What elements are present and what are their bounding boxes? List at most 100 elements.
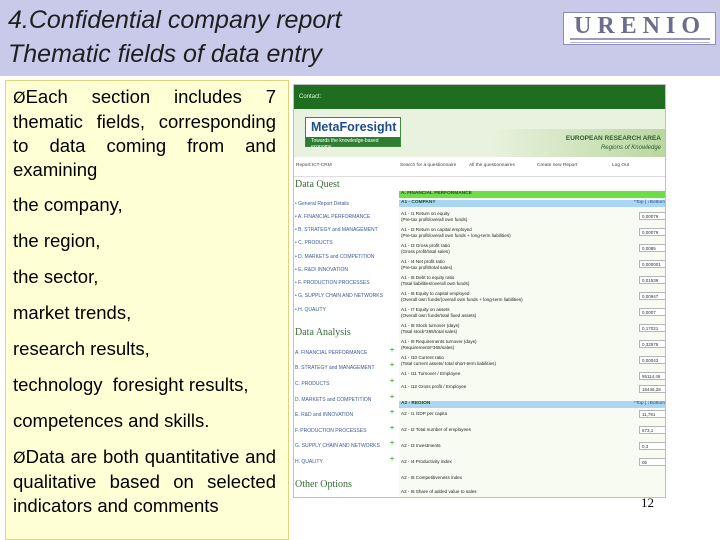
indicator-value-input[interactable]: 16446,28 [639, 385, 665, 393]
analysis-item[interactable]: G. SUPPLY CHAIN AND NETWORKS [295, 443, 380, 449]
analysis-item[interactable]: F. PRODUCTION PROCESSES [295, 428, 366, 434]
region-top-bottom-link[interactable]: *Top | ↓Bottom [634, 401, 665, 406]
indicator-label: A2 - I3 Investments [401, 443, 441, 448]
analysis-item[interactable]: C. PRODUCTS [295, 381, 329, 387]
contact-label[interactable]: Contact: [299, 94, 321, 100]
indicator-label: A2 - I6 Share of added value to sales [401, 489, 477, 494]
quest-item[interactable]: • G. SUPPLY CHAIN AND NETWORKS [295, 293, 383, 299]
analysis-item[interactable]: A. FINANCIAL PERFORMANCE [295, 350, 367, 356]
bullet-arrow-icon: Ø [13, 448, 26, 467]
bullet-1: ØEach section includes 7 thematic fields… [13, 85, 276, 182]
indicator-value-input[interactable]: 0,3 [639, 442, 665, 450]
indicator-value-input[interactable]: 0,00079 [639, 228, 665, 236]
text-panel: ØEach section includes 7 thematic fields… [5, 80, 289, 540]
quest-item[interactable]: • D. MARKETS and COMPETITION [295, 254, 375, 260]
bullet-2: ØData are both quantitative and qualitat… [13, 445, 276, 518]
analysis-item[interactable]: E. R&D and INNOVATION [295, 412, 353, 418]
expand-plus-icon[interactable]: + [390, 362, 394, 369]
urenio-logo: URENIO [563, 12, 716, 45]
nav-logout[interactable]: Log Out [612, 163, 629, 168]
quest-item[interactable]: • C. PRODUCTS [295, 240, 333, 246]
left-menu: Data Quest • General Report Details • A.… [294, 177, 398, 497]
indicator-label: A2 - I4 Productivity index [401, 459, 452, 464]
nav-create-report[interactable]: Create new Report [537, 163, 577, 168]
indicator-label: A1 - I12 Gross profit / Employee [401, 384, 467, 389]
era-banner: EUROPEAN RESEARCH AREA Regions of Knowle… [484, 129, 665, 157]
other-options-heading: Other Options [295, 479, 352, 490]
quest-item[interactable]: • General Report Details [295, 201, 349, 207]
expand-plus-icon[interactable]: + [390, 456, 394, 463]
company-band-title: A1 - COMPANY [401, 200, 436, 205]
indicator-label: A1 - I5 Debt to equity ratio (Total liabi… [401, 275, 470, 286]
title-bar: 4.Confidential company report Thematic f… [0, 0, 720, 76]
nav-row: Report:ICT-CRM Search for a questionnair… [294, 157, 665, 177]
indicator-label: A1 - I8 Stock turnover (days) (Total stoc… [401, 323, 460, 334]
contact-bar: Contact: [294, 85, 665, 109]
item-technology-foresight: technology foresight results, [13, 374, 249, 395]
expand-plus-icon[interactable]: + [390, 347, 394, 354]
quest-item[interactable]: • E. R&D/ INNOVATION [295, 267, 348, 273]
expand-plus-icon[interactable]: + [390, 378, 394, 385]
bullet-2-text: Data are both quantitative and qualitati… [13, 446, 276, 516]
expand-plus-icon[interactable]: + [390, 394, 394, 401]
indicator-label: A1 - I3 Gross profit ratio (Gross profit/… [401, 243, 450, 254]
analysis-item[interactable]: H. QUALITY [295, 459, 323, 465]
indicator-label: A1 - I2 Return on capital employed (Pre-t… [401, 227, 511, 238]
company-top-bottom-link[interactable]: *Top | ↓Bottom [634, 200, 665, 205]
page-number: 12 [641, 495, 654, 510]
era-subtitle: Regions of Knowledge [600, 145, 661, 151]
quest-item[interactable]: • B. STRATEGY and MANAGEMENT [295, 227, 378, 233]
indicator-value-input[interactable]: 0,01539 [639, 276, 665, 284]
metaforesight-screenshot: Contact: MetaForesight Towards the knowl… [293, 84, 666, 498]
data-quest-heading: Data Quest [295, 179, 340, 190]
slide-title-line-2: Thematic fields of data entry [8, 40, 323, 68]
metaforesight-logo[interactable]: MetaForesight Towards the knowledge-base… [305, 117, 401, 150]
indicator-form: A. FINANCIAL PERFORMANCE A1 - COMPANY *T… [399, 189, 665, 497]
brand-name: MetaForesight [311, 120, 397, 134]
nav-all-questionnaires[interactable]: All the questionnaires [469, 163, 515, 168]
nav-report: Report:ICT-CRM [296, 163, 332, 168]
company-band: A1 - COMPANY *Top | ↓Bottom [399, 200, 665, 207]
indicator-label: A1 - I4 Net profit ratio (Pre-tax profit/… [401, 259, 453, 270]
quest-item[interactable]: • H. QUALITY [295, 307, 326, 313]
indicator-label: A2 - I5 Competitiveness index [401, 475, 463, 480]
indicator-value-input[interactable]: 11,791 [639, 410, 665, 418]
quest-item[interactable]: • A. FINANCIAL PERFORMANCE [295, 214, 370, 220]
bullet-1-text: Each section includes 7 thematic fields,… [13, 86, 276, 180]
indicator-label: A2 - I1 GDP per capita [401, 411, 448, 416]
indicator-label: A1 - I7 Equity on assets (Overall own fun… [401, 307, 477, 318]
quest-item[interactable]: • F. PRODUCTION PROCESSES [295, 280, 370, 286]
bullet-arrow-icon: Ø [13, 88, 26, 107]
region-band-title: A2 - REGION [401, 401, 431, 406]
item-research-results: research results, [13, 338, 150, 359]
indicator-value-input[interactable]: 0,17021 [639, 324, 665, 332]
indicator-value-input[interactable]: 0,00043 [639, 356, 665, 364]
indicator-value-input[interactable]: 0,32575 [639, 340, 665, 348]
logo-divider [570, 38, 710, 40]
indicator-value-input[interactable]: 0b [639, 458, 665, 466]
indicator-value-input[interactable]: 0,00079 [639, 212, 665, 220]
expand-plus-icon[interactable]: + [390, 409, 394, 416]
indicator-value-input[interactable]: 0,00947 [639, 292, 665, 300]
analysis-item[interactable]: B. STRATEGY and MANAGEMENT [295, 365, 375, 371]
indicator-label: A1 - I10 Current ratio (Total current ass… [401, 355, 496, 366]
item-region: the region, [13, 230, 101, 251]
indicator-label: A1 - I1 Return on equity (Pre-tax profit/… [401, 211, 468, 222]
analysis-item[interactable]: D. MARKETS and COMPETITION [295, 397, 371, 403]
item-competences: competences and skills. [13, 410, 210, 431]
brand-tagline: Towards the knowledge-based economy [311, 138, 379, 150]
indicator-value-input[interactable]: 95114,46 [639, 372, 665, 380]
indicator-value-input[interactable]: 0,000001 [639, 260, 665, 268]
indicator-value-input[interactable]: 0,0085 [639, 244, 665, 252]
indicator-value-input[interactable]: 0,0007 [639, 308, 665, 316]
indicator-label: A2 - I2 Total number of employees [401, 427, 471, 432]
expand-plus-icon[interactable]: + [390, 425, 394, 432]
nav-search[interactable]: Search for a questionnaire [400, 163, 456, 168]
region-band: A2 - REGION *Top | ↓Bottom [399, 401, 665, 408]
indicator-label: A1 - I6 Equity to capital employed (Overa… [401, 291, 523, 302]
indicator-value-input[interactable]: 673,1 [639, 426, 665, 434]
expand-plus-icon[interactable]: + [390, 440, 394, 447]
indicator-label: A1 - I11 Turnover / Employee [401, 371, 461, 376]
item-company: the company, [13, 194, 123, 215]
logo-divider-thin [570, 42, 710, 43]
